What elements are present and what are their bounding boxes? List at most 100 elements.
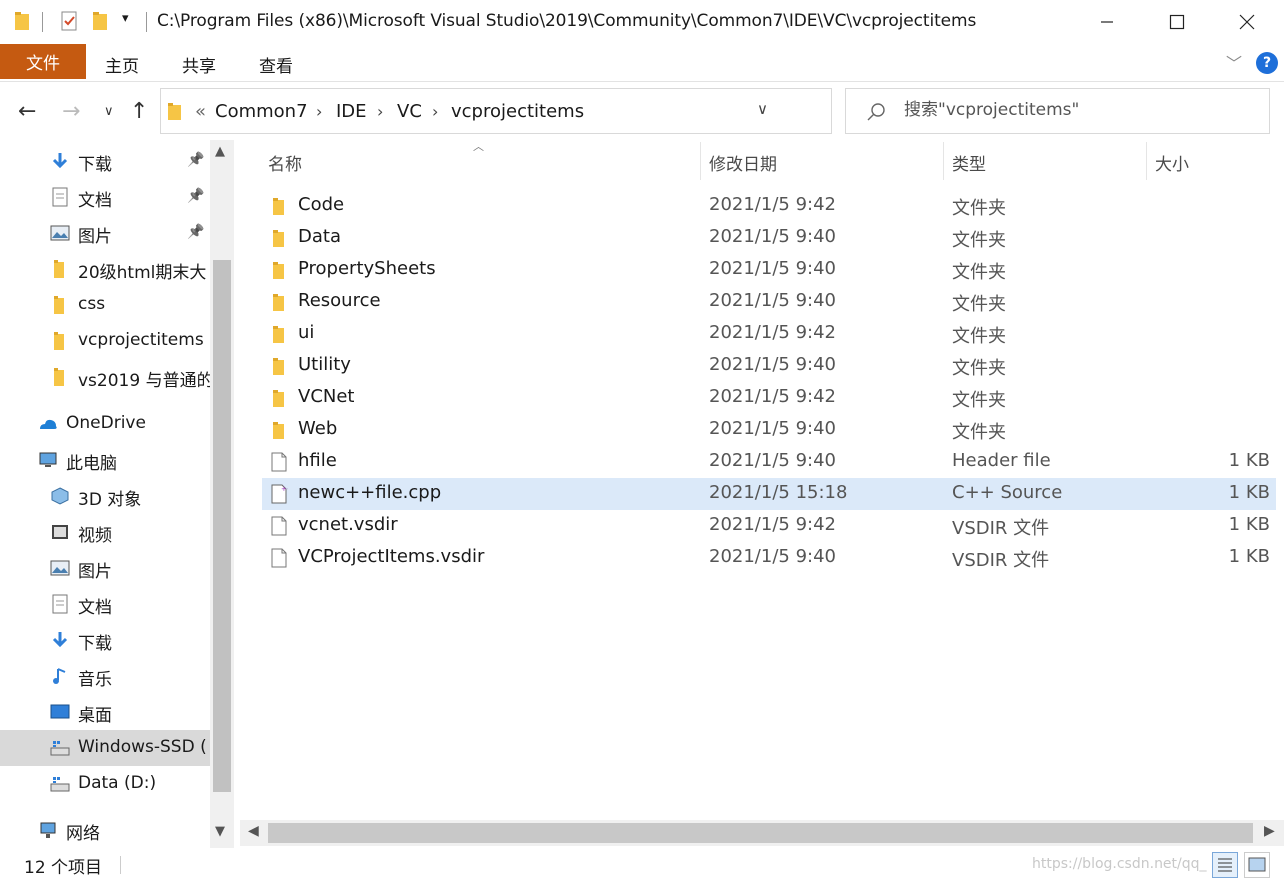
tab-home[interactable]: 主页 <box>105 52 139 77</box>
forward-arrow-icon[interactable]: → <box>62 99 80 124</box>
breadcrumb-overflow[interactable]: « <box>195 101 206 122</box>
folder-icon <box>168 103 181 120</box>
nav-item[interactable]: 此电脑 <box>0 442 210 478</box>
drive-icon <box>50 741 70 756</box>
search-input[interactable] <box>904 100 1254 120</box>
nav-item[interactable]: Data (D:) <box>0 766 210 802</box>
properties-icon[interactable] <box>60 10 80 32</box>
nav-item[interactable]: 文档 <box>0 586 210 622</box>
nav-item[interactable]: 20级html期末大 <box>0 251 210 287</box>
nav-item[interactable]: 3D 对象 <box>0 478 210 514</box>
nav-item[interactable]: 下载 📌 <box>0 143 210 179</box>
new-folder-icon[interactable] <box>92 10 110 32</box>
nav-item-label: 文档 <box>78 598 112 618</box>
music-icon <box>53 668 66 684</box>
column-divider[interactable] <box>1146 142 1147 180</box>
table-row[interactable]: ++ newc++file.cpp 2021/1/5 15:18 C++ Source… <box>262 478 1276 510</box>
file-modified: 2021/1/5 9:40 <box>709 450 836 471</box>
chevron-right-icon[interactable]: › <box>377 102 383 121</box>
nav-item[interactable]: 图片 📌 <box>0 215 210 251</box>
tab-share[interactable]: 共享 <box>182 52 216 77</box>
table-row[interactable]: PropertySheets 2021/1/5 9:40 文件夹 <box>262 254 1276 286</box>
nav-item[interactable]: 下载 <box>0 622 210 658</box>
file-modified: 2021/1/5 9:40 <box>709 354 836 375</box>
file-type: 文件夹 <box>952 422 1006 443</box>
help-button[interactable]: ? <box>1256 52 1278 74</box>
nav-item[interactable]: 文档 📌 <box>0 179 210 215</box>
3d-objects-icon <box>51 487 69 505</box>
breadcrumb-common7[interactable]: Common7 <box>215 101 308 122</box>
table-row[interactable]: vcnet.vsdir 2021/1/5 9:42 VSDIR 文件 1 KB <box>262 510 1276 542</box>
table-row[interactable]: Resource 2021/1/5 9:40 文件夹 <box>262 286 1276 318</box>
close-button[interactable] <box>1212 0 1282 44</box>
details-view-button[interactable] <box>1212 852 1238 878</box>
search-box[interactable] <box>845 88 1270 134</box>
nav-item[interactable]: vs2019 与普通的 <box>0 359 210 395</box>
nav-item[interactable]: 视频 <box>0 514 210 550</box>
folder-icon <box>273 262 284 279</box>
horizontal-scrollbar[interactable]: ◀ ▶ <box>240 820 1284 846</box>
nav-item[interactable]: OneDrive <box>0 406 210 442</box>
folder-icon <box>273 390 284 407</box>
nav-item-label: css <box>78 294 106 314</box>
up-arrow-icon[interactable]: ↑ <box>130 99 148 124</box>
breadcrumb-vc[interactable]: VC <box>397 101 422 122</box>
column-header-modified[interactable]: 修改日期 <box>709 150 777 175</box>
pin-icon[interactable]: 📌 <box>187 224 204 240</box>
scroll-up-icon[interactable]: ▲ <box>215 144 225 159</box>
video-icon <box>52 525 68 539</box>
table-row[interactable]: Code 2021/1/5 9:42 文件夹 <box>262 190 1276 222</box>
folder-icon <box>273 198 284 215</box>
scrollbar-thumb[interactable] <box>268 823 1253 843</box>
expand-ribbon-icon[interactable]: ﹀ <box>1226 50 1242 74</box>
recent-locations-icon[interactable]: ∨ <box>104 104 114 119</box>
scroll-left-icon[interactable]: ◀ <box>248 823 259 839</box>
scroll-right-icon[interactable]: ▶ <box>1264 823 1275 839</box>
file-type: 文件夹 <box>952 262 1006 283</box>
table-row[interactable]: VCProjectItems.vsdir 2021/1/5 9:40 VSDIR 文… <box>262 542 1276 574</box>
minimize-button[interactable] <box>1072 0 1142 44</box>
chevron-right-icon[interactable]: › <box>432 102 438 121</box>
maximize-button[interactable] <box>1142 0 1212 44</box>
pin-icon[interactable]: 📌 <box>187 188 204 204</box>
breadcrumb-vcprojectitems[interactable]: vcprojectitems <box>451 101 584 122</box>
scroll-down-icon[interactable]: ▼ <box>215 824 225 839</box>
tab-file[interactable]: 文件 <box>0 44 86 79</box>
column-divider[interactable] <box>700 142 701 180</box>
table-row[interactable]: hfile 2021/1/5 9:40 Header file 1 KB <box>262 446 1276 478</box>
breadcrumb-ide[interactable]: IDE <box>336 101 367 122</box>
nav-item-label: 图片 <box>78 227 112 247</box>
nav-item[interactable]: 图片 <box>0 550 210 586</box>
nav-item[interactable]: vcprojectitems <box>0 323 210 359</box>
nav-item[interactable]: Windows-SSD ( <box>0 730 210 766</box>
file-name: Web <box>298 418 338 439</box>
nav-item[interactable]: 桌面 <box>0 694 210 730</box>
column-header-name[interactable]: 名称 <box>268 150 302 175</box>
table-row[interactable]: Data 2021/1/5 9:40 文件夹 <box>262 222 1276 254</box>
file-type: 文件夹 <box>952 390 1006 411</box>
tab-view[interactable]: 查看 <box>259 52 293 77</box>
scrollbar-thumb[interactable] <box>213 260 231 792</box>
large-icons-view-button[interactable] <box>1244 852 1270 878</box>
quick-access-dropdown-icon[interactable]: ▾ <box>122 11 129 26</box>
file-name: VCNet <box>298 386 355 407</box>
column-divider[interactable] <box>943 142 944 180</box>
nav-item[interactable]: 网络 <box>0 812 210 848</box>
address-history-chevron-down-icon[interactable]: ∨ <box>757 100 768 118</box>
address-bar[interactable]: « Common7 › IDE › VC › vcprojectitems ∨ … <box>160 88 978 134</box>
nav-item[interactable]: css <box>0 287 210 323</box>
chevron-right-icon[interactable]: › <box>316 102 322 121</box>
nav-item[interactable]: 音乐 <box>0 658 210 694</box>
navigation-pane: 下载 📌 文档 📌 图片 📌 20级html期末大 css vcprojectitems vs20… <box>0 140 236 848</box>
column-header-size[interactable]: 大小 <box>1155 150 1189 175</box>
table-row[interactable]: Web 2021/1/5 9:40 文件夹 <box>262 414 1276 446</box>
back-arrow-icon[interactable]: ← <box>18 99 36 124</box>
nav-item-label: OneDrive <box>66 413 146 433</box>
nav-item-label: 文档 <box>78 191 112 211</box>
pin-icon[interactable]: 📌 <box>187 152 204 168</box>
table-row[interactable]: VCNet 2021/1/5 9:42 文件夹 <box>262 382 1276 414</box>
table-row[interactable]: ui 2021/1/5 9:42 文件夹 <box>262 318 1276 350</box>
table-row[interactable]: Utility 2021/1/5 9:40 文件夹 <box>262 350 1276 382</box>
nav-pane-scrollbar[interactable]: ▲ ▼ <box>210 140 234 848</box>
column-header-type[interactable]: 类型 <box>952 150 986 175</box>
